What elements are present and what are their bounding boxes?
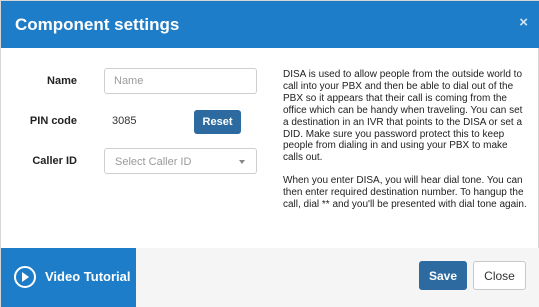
caller-id-placeholder: Select Caller ID xyxy=(115,156,192,168)
chevron-down-icon xyxy=(239,160,245,164)
name-input[interactable] xyxy=(104,68,257,94)
dialog-header: Component settings × xyxy=(1,1,539,48)
pin-code-label: PIN code xyxy=(29,115,77,127)
caller-id-label: Caller ID xyxy=(32,155,77,167)
component-settings-dialog: Component settings × Name PIN code 3085 … xyxy=(0,0,539,307)
close-button[interactable]: Close xyxy=(473,261,526,290)
save-button[interactable]: Save xyxy=(419,261,467,290)
close-icon[interactable]: × xyxy=(519,14,528,31)
description-paragraph-2: When you enter DISA, you will hear dial … xyxy=(283,175,527,211)
video-tutorial-label: Video Tutorial xyxy=(45,269,131,284)
pin-code-value: 3085 xyxy=(112,115,137,127)
description-paragraph-1: DISA is used to allow people from the ou… xyxy=(283,69,523,164)
reset-button[interactable]: Reset xyxy=(194,110,241,134)
play-circle-icon xyxy=(14,266,36,288)
caller-id-select[interactable]: Select Caller ID xyxy=(104,148,257,174)
video-tutorial-button[interactable]: Video Tutorial xyxy=(1,248,136,307)
name-label: Name xyxy=(47,75,77,87)
dialog-title: Component settings xyxy=(15,15,180,34)
disa-description: DISA is used to allow people from the ou… xyxy=(283,69,529,211)
